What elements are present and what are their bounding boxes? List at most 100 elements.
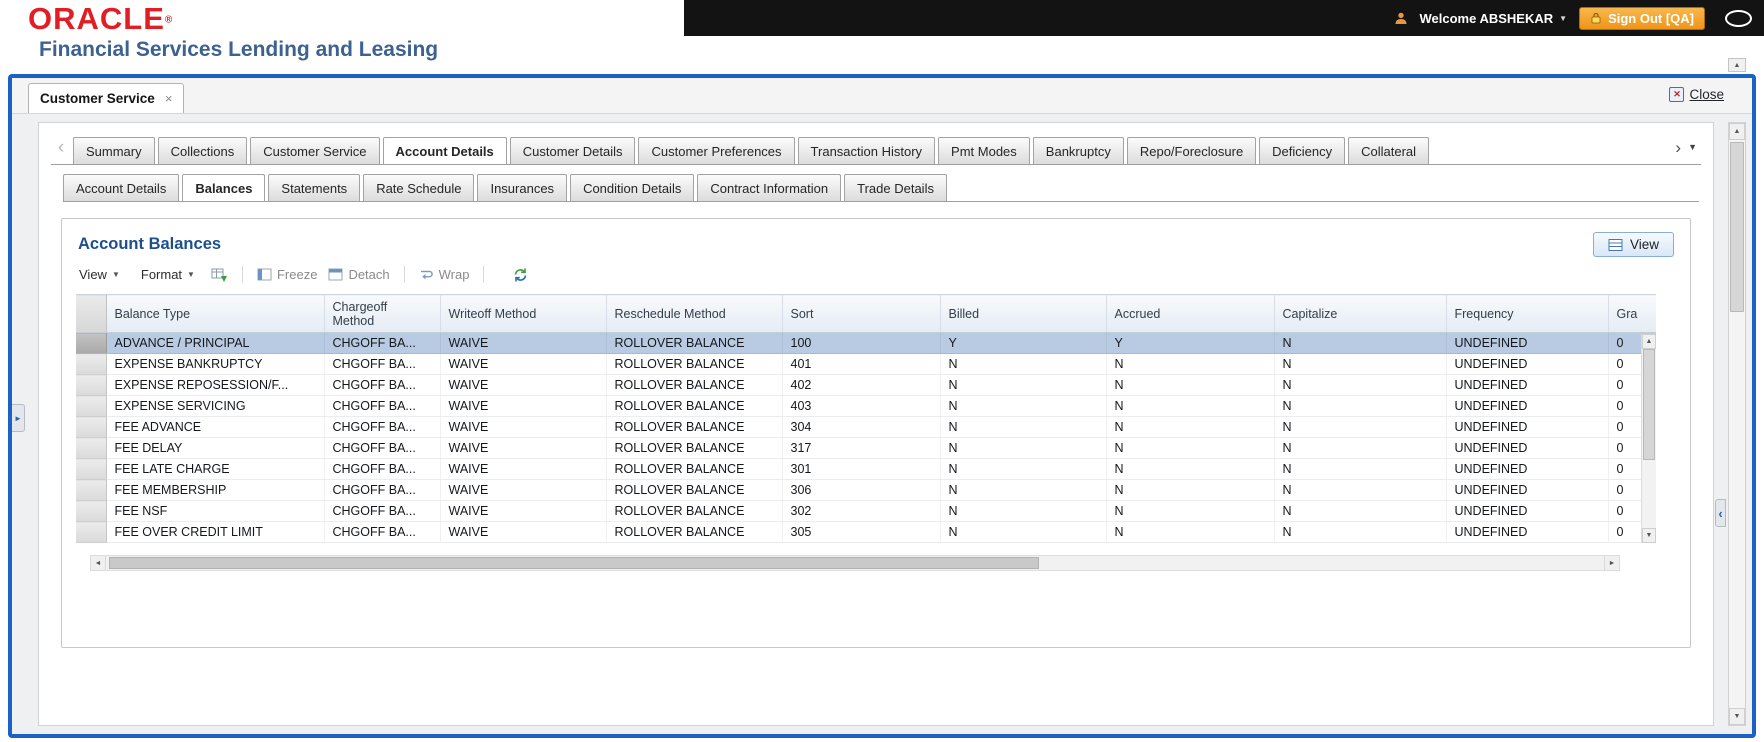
outer-scroll-up-button[interactable]: ▲: [1728, 58, 1746, 72]
sign-out-button[interactable]: Sign Out [QA]: [1579, 7, 1705, 30]
table-scroll-down-button[interactable]: ▼: [1642, 528, 1656, 543]
table-cell: 305: [782, 522, 940, 543]
table-scroll-left-button[interactable]: ◄: [91, 556, 106, 570]
row-handle[interactable]: [76, 522, 106, 543]
table-horizontal-scrollbar[interactable]: ◄ ►: [90, 555, 1620, 571]
document-tab-customer-service[interactable]: Customer Service ×: [28, 83, 184, 113]
table-cell: WAIVE: [440, 522, 606, 543]
row-handle[interactable]: [76, 354, 106, 375]
table-row[interactable]: FEE MEMBERSHIPCHGOFF BA...WAIVEROLLOVER …: [76, 480, 1656, 501]
main-tab-collateral[interactable]: Collateral: [1348, 137, 1429, 164]
detach-label: Detach: [348, 267, 389, 282]
table-row[interactable]: ADVANCE / PRINCIPALCHGOFF BA...WAIVEROLL…: [76, 333, 1656, 354]
sub-tab-condition-details[interactable]: Condition Details: [570, 174, 694, 201]
freeze-button[interactable]: Freeze: [257, 267, 317, 282]
main-tab-customer-details[interactable]: Customer Details: [510, 137, 636, 164]
sub-tab-account-details[interactable]: Account Details: [63, 174, 179, 201]
refresh-icon[interactable]: [512, 267, 529, 283]
main-tab-collections[interactable]: Collections: [158, 137, 248, 164]
right-splitter-handle[interactable]: ‹: [1715, 499, 1726, 527]
format-menu[interactable]: Format ▼: [136, 265, 200, 284]
main-tab-bankruptcy[interactable]: Bankruptcy: [1033, 137, 1124, 164]
page-scroll-down-button[interactable]: ▼: [1729, 708, 1745, 725]
view-menu[interactable]: View ▼: [74, 265, 125, 284]
main-tab-customer-service[interactable]: Customer Service: [250, 137, 379, 164]
sub-tab-rate-schedule[interactable]: Rate Schedule: [363, 174, 474, 201]
main-tabs-overflow-menu[interactable]: ▼: [1688, 142, 1697, 152]
main-tab-account-details[interactable]: Account Details: [383, 137, 507, 164]
table-cell: ROLLOVER BALANCE: [606, 480, 782, 501]
view-button[interactable]: View: [1593, 232, 1674, 257]
main-tabs-scroll-right[interactable]: ›: [1675, 138, 1681, 158]
horizontal-scroll-thumb[interactable]: [109, 557, 1039, 569]
row-handle[interactable]: [76, 459, 106, 480]
main-tab-deficiency[interactable]: Deficiency: [1259, 137, 1345, 164]
close-control[interactable]: ✕ Close: [1669, 87, 1724, 102]
row-handle[interactable]: [76, 438, 106, 459]
column-header-gra[interactable]: Gra: [1608, 295, 1656, 333]
column-header-accrued[interactable]: Accrued: [1106, 295, 1274, 333]
main-tab-pmt-modes[interactable]: Pmt Modes: [938, 137, 1030, 164]
table-scroll-up-button[interactable]: ▲: [1642, 334, 1656, 349]
row-handle[interactable]: [76, 375, 106, 396]
main-tab-repo-foreclosure[interactable]: Repo/Foreclosure: [1127, 137, 1256, 164]
page-vertical-scrollbar[interactable]: ▲ ▼: [1728, 122, 1746, 726]
chevron-down-icon: ▼: [1559, 14, 1567, 23]
row-handle[interactable]: [76, 417, 106, 438]
row-handle[interactable]: [76, 501, 106, 522]
table-row[interactable]: FEE LATE CHARGECHGOFF BA...WAIVEROLLOVER…: [76, 459, 1656, 480]
column-header-chargeoff-method[interactable]: Chargeoff Method: [324, 295, 440, 333]
main-tab-customer-preferences[interactable]: Customer Preferences: [638, 137, 794, 164]
table-row[interactable]: FEE ADVANCECHGOFF BA...WAIVEROLLOVER BAL…: [76, 417, 1656, 438]
sub-tab-trade-details[interactable]: Trade Details: [844, 174, 947, 201]
sub-tab-statements[interactable]: Statements: [268, 174, 360, 201]
page-scroll-track[interactable]: [1729, 140, 1745, 708]
table-cell: ADVANCE / PRINCIPAL: [106, 333, 324, 354]
toolbar-separator: [404, 266, 405, 283]
column-header-writeoff-method[interactable]: Writeoff Method: [440, 295, 606, 333]
table-cell: UNDEFINED: [1446, 333, 1608, 354]
page-scroll-thumb[interactable]: [1730, 142, 1744, 312]
table-vertical-scrollbar[interactable]: ▲ ▼: [1641, 334, 1656, 543]
table-scroll-track[interactable]: [1642, 349, 1656, 528]
main-tab-transaction-history[interactable]: Transaction History: [798, 137, 936, 164]
table-scroll-right-button[interactable]: ►: [1604, 556, 1619, 570]
row-handle-header: [76, 295, 106, 333]
column-header-capitalize[interactable]: Capitalize: [1274, 295, 1446, 333]
export-icon[interactable]: [211, 267, 228, 283]
main-tab-summary[interactable]: Summary: [73, 137, 155, 164]
table-cell: 301: [782, 459, 940, 480]
sub-tab-balances[interactable]: Balances: [182, 174, 265, 201]
wrap-button[interactable]: Wrap: [419, 267, 470, 282]
row-handle[interactable]: [76, 396, 106, 417]
table-cell: ROLLOVER BALANCE: [606, 396, 782, 417]
row-handle[interactable]: [76, 480, 106, 501]
table-row[interactable]: EXPENSE BANKRUPTCYCHGOFF BA...WAIVEROLLO…: [76, 354, 1656, 375]
table-cell: N: [1274, 333, 1446, 354]
sub-tab-insurances[interactable]: Insurances: [477, 174, 567, 201]
horizontal-scroll-track[interactable]: [106, 556, 1604, 570]
detach-button[interactable]: Detach: [328, 267, 389, 282]
column-header-billed[interactable]: Billed: [940, 295, 1106, 333]
close-label[interactable]: Close: [1689, 87, 1724, 102]
table-cell: UNDEFINED: [1446, 480, 1608, 501]
account-balances-panel: Account Balances View View ▼: [61, 218, 1691, 648]
welcome-user-menu[interactable]: Welcome ABSHEKAR ▼: [1420, 11, 1568, 26]
column-header-frequency[interactable]: Frequency: [1446, 295, 1608, 333]
page-scroll-up-button[interactable]: ▲: [1729, 123, 1745, 140]
column-header-balance-type[interactable]: Balance Type: [106, 295, 324, 333]
table-row[interactable]: EXPENSE SERVICINGCHGOFF BA...WAIVEROLLOV…: [76, 396, 1656, 417]
document-tab-close-icon[interactable]: ×: [165, 91, 173, 106]
close-icon[interactable]: ✕: [1669, 87, 1684, 102]
table-row[interactable]: EXPENSE REPOSESSION/F...CHGOFF BA...WAIV…: [76, 375, 1656, 396]
column-header-sort[interactable]: Sort: [782, 295, 940, 333]
row-handle[interactable]: [76, 333, 106, 354]
table-row[interactable]: FEE NSFCHGOFF BA...WAIVEROLLOVER BALANCE…: [76, 501, 1656, 522]
main-tabs-scroll-left[interactable]: ‹: [51, 137, 71, 159]
sub-tab-contract-information[interactable]: Contract Information: [697, 174, 841, 201]
table-row[interactable]: FEE OVER CREDIT LIMITCHGOFF BA...WAIVERO…: [76, 522, 1656, 543]
column-header-reschedule-method[interactable]: Reschedule Method: [606, 295, 782, 333]
left-splitter-handle[interactable]: ►: [12, 404, 25, 432]
table-row[interactable]: FEE DELAYCHGOFF BA...WAIVEROLLOVER BALAN…: [76, 438, 1656, 459]
table-scroll-thumb[interactable]: [1643, 349, 1655, 460]
